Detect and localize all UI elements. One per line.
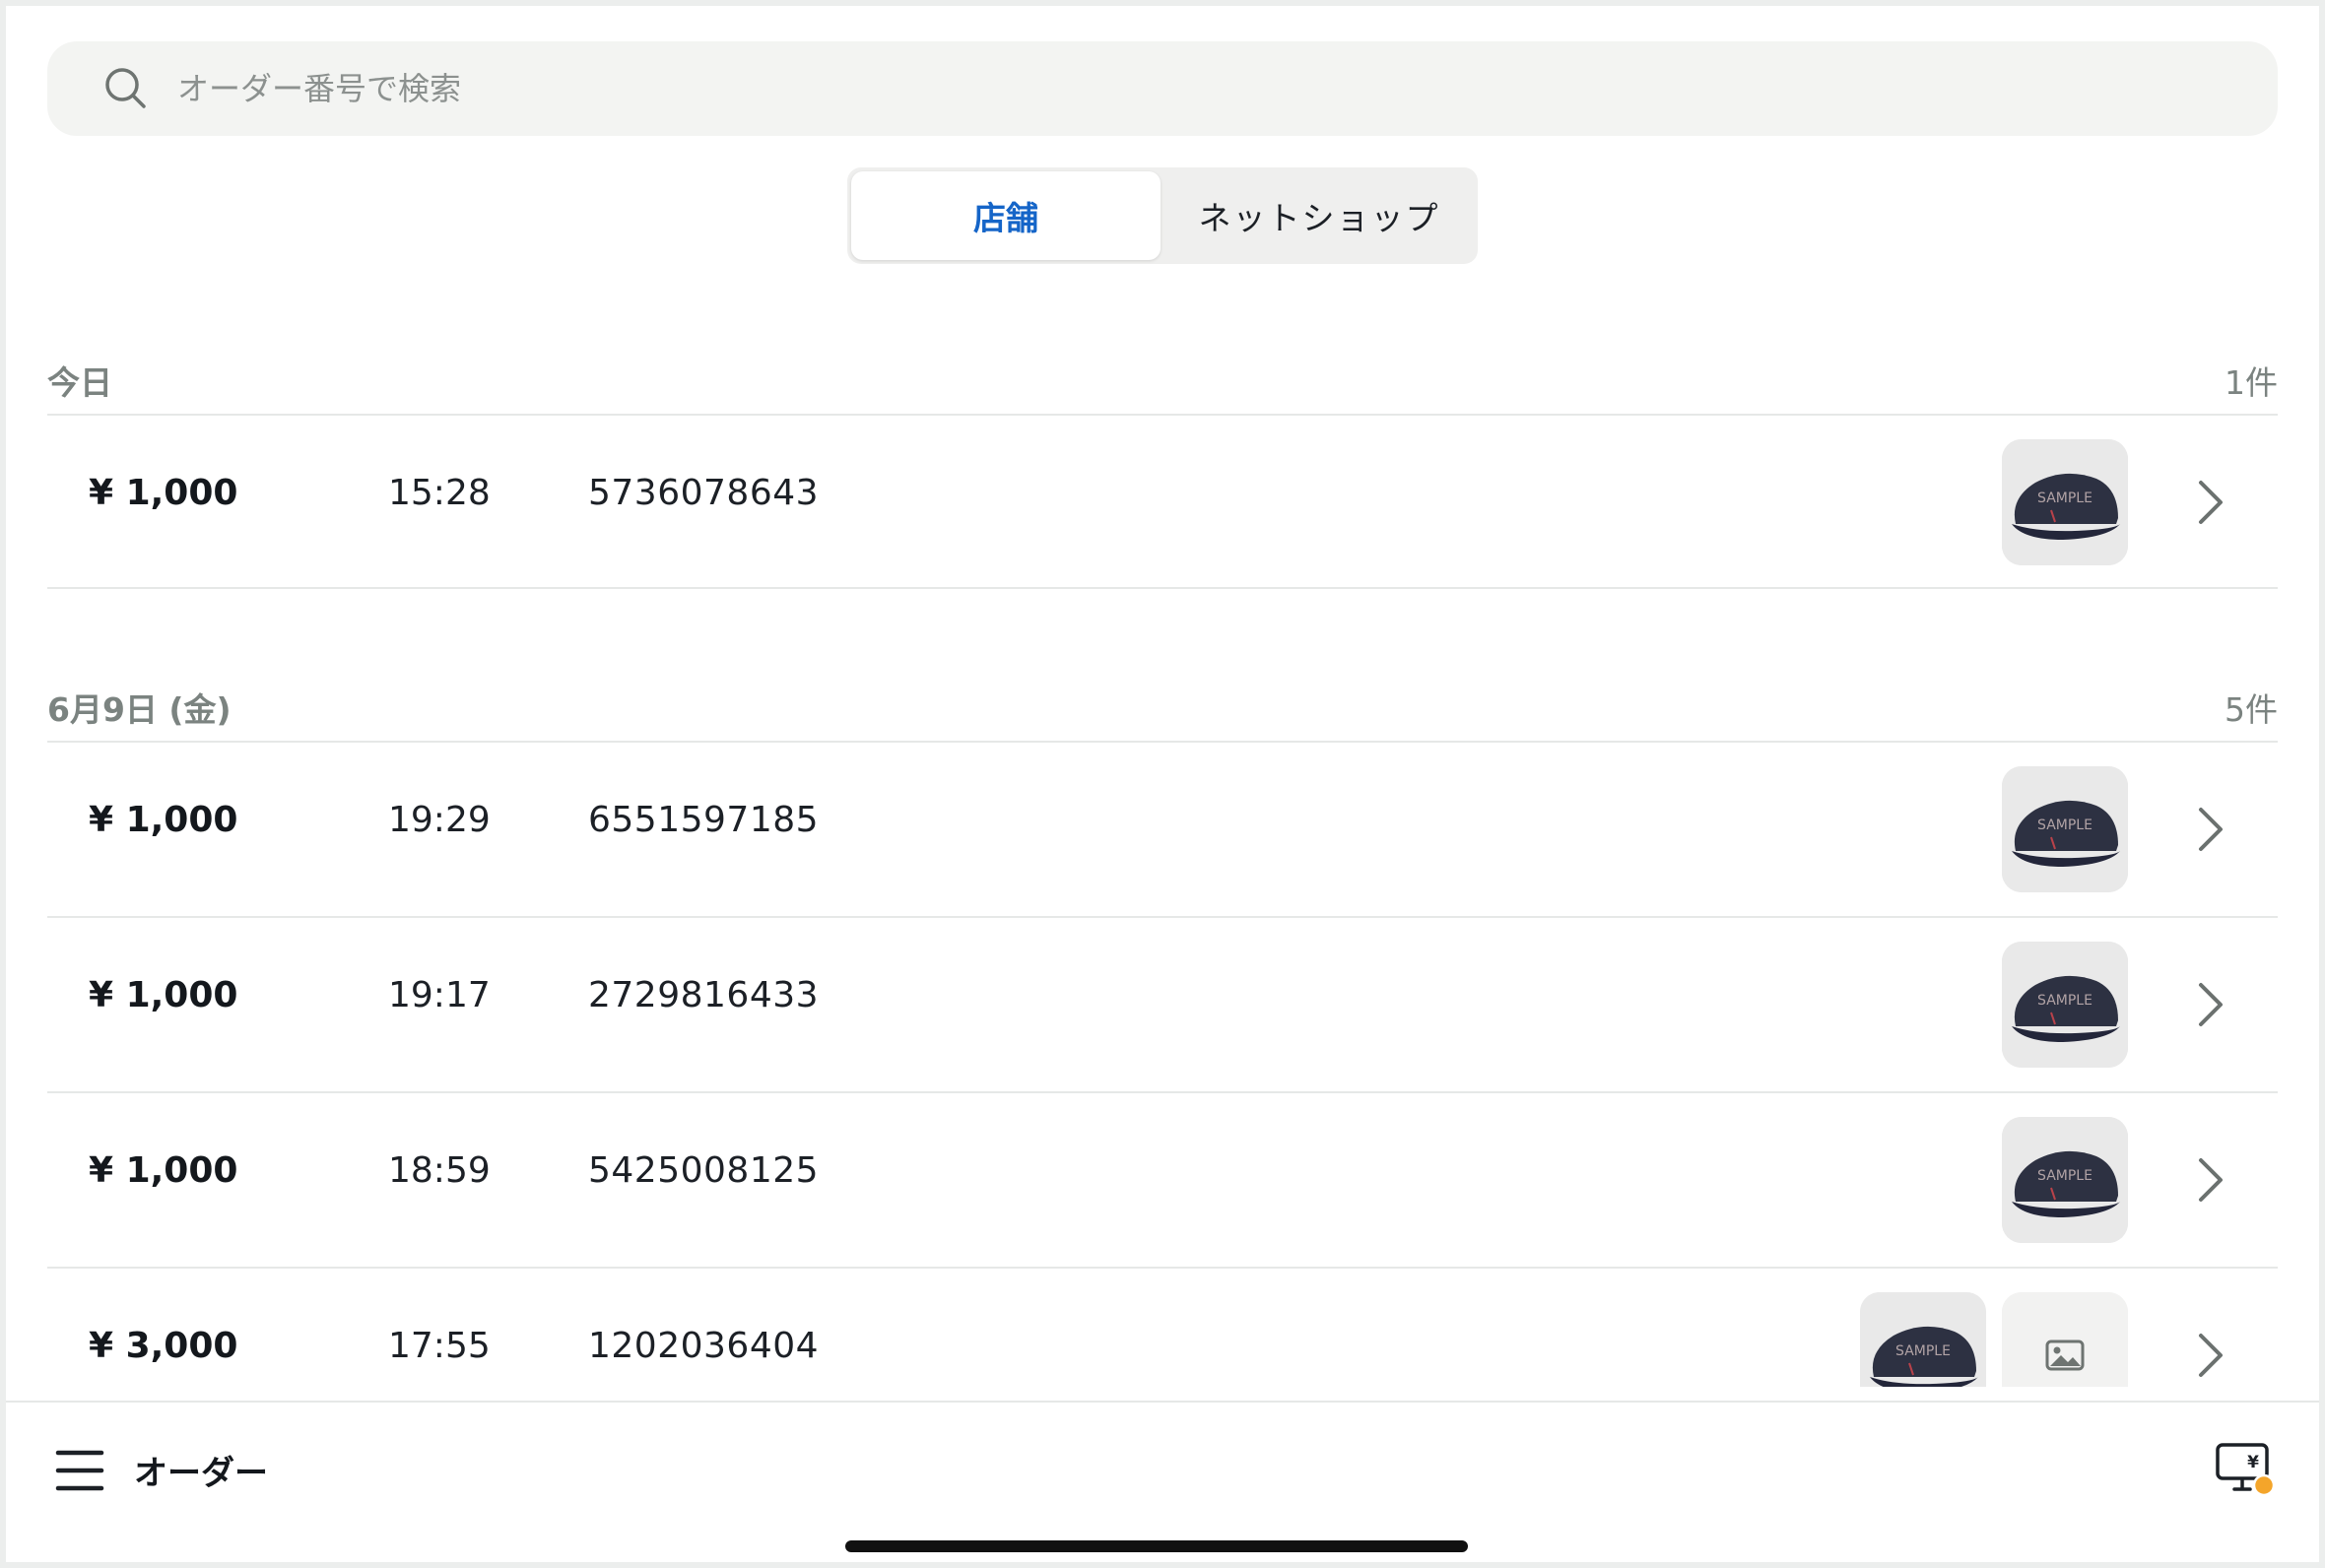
chevron-right-icon — [2199, 481, 2223, 524]
bottom-toolbar: オーダー ¥ — [6, 1401, 2319, 1562]
svg-text:SAMPLE: SAMPLE — [2037, 993, 2092, 1009]
section-header-june-9: 6月9日 (金) 5件 — [47, 684, 2278, 743]
section-count: 5件 — [2225, 690, 2278, 729]
order-row[interactable]: ¥ 1,000 19:17 2729816433 SAMPLE — [47, 918, 2278, 1091]
hamburger-menu-icon[interactable] — [55, 1448, 104, 1493]
image-placeholder-icon — [2002, 1292, 2128, 1387]
cap-thumbnail: SAMPLE — [2002, 439, 2128, 565]
register-display-icon[interactable]: ¥ — [2215, 1442, 2276, 1497]
image-placeholder-thumbnail — [2002, 1292, 2128, 1387]
cap-sample-image: SAMPLE — [1860, 1292, 1986, 1387]
chevron-right-icon — [2199, 1158, 2223, 1202]
order-time: 19:29 — [388, 800, 491, 840]
order-time: 15:28 — [388, 473, 491, 513]
order-row[interactable]: ¥ 1,000 18:59 5425008125 SAMPLE — [47, 1093, 2278, 1267]
cap-thumbnail: SAMPLE — [1860, 1292, 1986, 1387]
order-number: 5425008125 — [588, 1150, 820, 1191]
cap-sample-image: SAMPLE — [2002, 439, 2128, 565]
order-time: 18:59 — [388, 1150, 491, 1191]
page-title: オーダー — [134, 1454, 268, 1493]
svg-text:SAMPLE: SAMPLE — [2037, 817, 2092, 833]
order-row[interactable]: ¥ 3,000 17:55 1202036404 SAMPLE — [47, 1269, 2278, 1387]
cap-sample-image: SAMPLE — [2002, 766, 2128, 892]
cap-sample-image: SAMPLE — [2002, 1117, 2128, 1243]
order-amount: ¥ 1,000 — [89, 473, 238, 513]
order-amount: ¥ 1,000 — [89, 975, 238, 1015]
section-title: 今日 — [47, 363, 112, 402]
order-number: 6551597185 — [588, 800, 820, 840]
svg-text:SAMPLE: SAMPLE — [2037, 490, 2092, 506]
tab-store[interactable]: 店舗 — [851, 171, 1161, 260]
svg-text:¥: ¥ — [2247, 1453, 2259, 1472]
cap-thumbnail: SAMPLE — [2002, 1117, 2128, 1243]
order-number: 2729816433 — [588, 975, 820, 1015]
order-amount: ¥ 1,000 — [89, 1150, 238, 1191]
order-row[interactable]: ¥ 1,000 15:28 5736078643 SAMPLE — [47, 416, 2278, 589]
search-input[interactable] — [177, 41, 2226, 136]
order-number: 1202036404 — [588, 1326, 820, 1366]
channel-segmented-control: 店舗 ネットショップ — [847, 167, 1478, 264]
svg-text:SAMPLE: SAMPLE — [1895, 1343, 1951, 1359]
chevron-right-icon — [2199, 983, 2223, 1026]
section-header-today: 今日 1件 — [47, 357, 2278, 416]
svg-text:SAMPLE: SAMPLE — [2037, 1168, 2092, 1184]
divider — [47, 587, 2278, 589]
section-title: 6月9日 (金) — [47, 690, 232, 729]
order-time: 19:17 — [388, 975, 491, 1015]
order-row[interactable]: ¥ 1,000 19:29 6551597185 SAMPLE — [47, 743, 2278, 916]
cap-thumbnail: SAMPLE — [2002, 766, 2128, 892]
chevron-right-icon — [2199, 808, 2223, 851]
search-icon — [105, 68, 146, 108]
order-time: 17:55 — [388, 1326, 491, 1366]
cap-thumbnail: SAMPLE — [2002, 942, 2128, 1068]
search-bar[interactable] — [47, 41, 2278, 136]
section-count: 1件 — [2225, 363, 2278, 402]
order-number: 5736078643 — [588, 473, 820, 513]
order-amount: ¥ 1,000 — [89, 800, 238, 840]
order-amount: ¥ 3,000 — [89, 1326, 238, 1366]
tab-net-shop[interactable]: ネットショップ — [1164, 171, 1474, 260]
cap-sample-image: SAMPLE — [2002, 942, 2128, 1068]
home-indicator[interactable] — [845, 1540, 1468, 1552]
chevron-right-icon — [2199, 1334, 2223, 1377]
